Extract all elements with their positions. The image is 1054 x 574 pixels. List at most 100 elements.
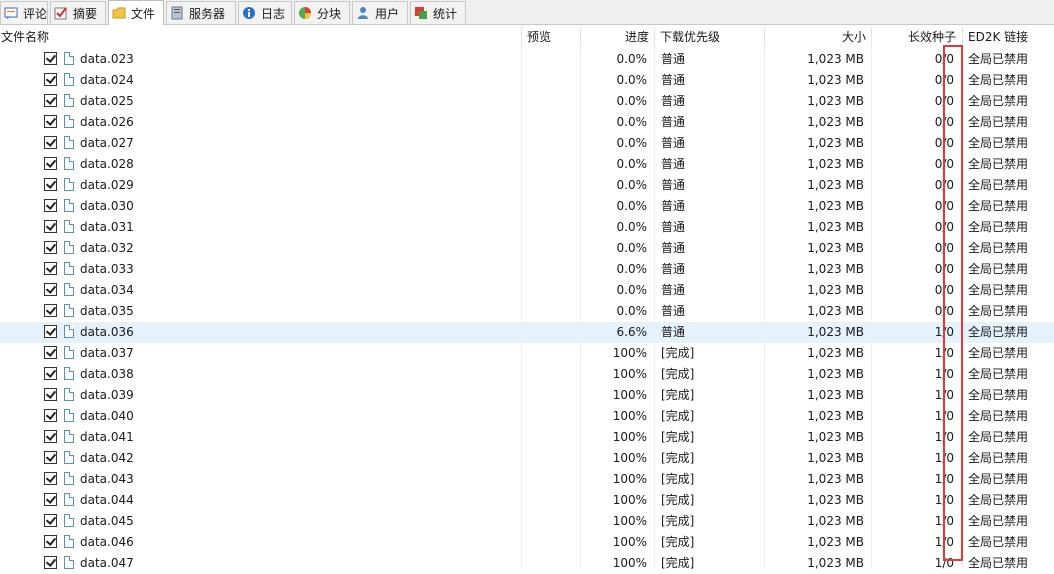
file-checkbox[interactable] bbox=[44, 304, 57, 317]
file-checkbox[interactable] bbox=[44, 472, 57, 485]
ed2k-value: 全局已禁用 bbox=[968, 556, 1029, 570]
priority-value[interactable]: 普通 bbox=[661, 154, 685, 175]
priority-value[interactable]: 普通 bbox=[661, 280, 685, 301]
table-row[interactable]: data.023 0.0% 普通 1,023 MB 0/0 全局已禁用 bbox=[0, 49, 1054, 70]
priority-value[interactable]: 普通 bbox=[661, 217, 685, 238]
table-row[interactable]: data.024 0.0% 普通 1,023 MB 0/0 全局已禁用 bbox=[0, 70, 1054, 91]
table-row[interactable]: data.035 0.0% 普通 1,023 MB 0/0 全局已禁用 bbox=[0, 301, 1054, 322]
priority-value[interactable]: [完成] bbox=[661, 490, 694, 511]
column-header-ed2k[interactable]: ED2K 链接 bbox=[968, 25, 1028, 49]
priority-value[interactable]: [完成] bbox=[661, 385, 694, 406]
priority-value[interactable]: [完成] bbox=[661, 448, 694, 469]
priority-value[interactable]: 普通 bbox=[661, 238, 685, 259]
file-checkbox[interactable] bbox=[44, 94, 57, 107]
priority-value[interactable]: [完成] bbox=[661, 469, 694, 490]
file-checkbox[interactable] bbox=[44, 220, 57, 233]
table-row[interactable]: data.037 100% [完成] 1,023 MB 1/0 全局已禁用 bbox=[0, 343, 1054, 364]
priority-value[interactable]: 普通 bbox=[661, 175, 685, 196]
table-row[interactable]: data.041 100% [完成] 1,023 MB 1/0 全局已禁用 bbox=[0, 427, 1054, 448]
table-row[interactable]: data.044 100% [完成] 1,023 MB 1/0 全局已禁用 bbox=[0, 490, 1054, 511]
tab-comments[interactable]: 评论 bbox=[0, 1, 48, 24]
file-checkbox[interactable] bbox=[44, 409, 57, 422]
file-checkbox[interactable] bbox=[44, 451, 57, 464]
table-row[interactable]: data.042 100% [完成] 1,023 MB 1/0 全局已禁用 bbox=[0, 448, 1054, 469]
file-checkbox[interactable] bbox=[44, 73, 57, 86]
priority-value[interactable]: [完成] bbox=[661, 553, 694, 574]
file-checkbox[interactable] bbox=[44, 325, 57, 338]
priority-value[interactable]: 普通 bbox=[661, 112, 685, 133]
priority-value[interactable]: [完成] bbox=[661, 364, 694, 385]
file-checkbox[interactable] bbox=[44, 199, 57, 212]
column-header-seeds[interactable]: 长效种子 bbox=[873, 25, 956, 49]
file-checkbox[interactable] bbox=[44, 283, 57, 296]
file-checkbox[interactable] bbox=[44, 493, 57, 506]
table-row[interactable]: data.033 0.0% 普通 1,023 MB 0/0 全局已禁用 bbox=[0, 259, 1054, 280]
column-header-priority[interactable]: 下载优先级 bbox=[660, 25, 720, 49]
column-divider[interactable] bbox=[521, 27, 522, 47]
file-checkbox[interactable] bbox=[44, 115, 57, 128]
tab-files[interactable]: 文件 bbox=[108, 0, 164, 25]
file-checkbox[interactable] bbox=[44, 157, 57, 170]
file-checkbox[interactable] bbox=[44, 262, 57, 275]
file-checkbox[interactable] bbox=[44, 388, 57, 401]
tab-chunks[interactable]: 分块 bbox=[294, 1, 350, 24]
table-row[interactable]: data.038 100% [完成] 1,023 MB 1/0 全局已禁用 bbox=[0, 364, 1054, 385]
file-checkbox[interactable] bbox=[44, 556, 57, 569]
column-divider[interactable] bbox=[871, 27, 872, 47]
priority-value[interactable]: 普通 bbox=[661, 133, 685, 154]
table-row[interactable]: data.039 100% [完成] 1,023 MB 1/0 全局已禁用 bbox=[0, 385, 1054, 406]
column-header-size[interactable]: 大小 bbox=[766, 25, 866, 49]
column-header-progress[interactable]: 进度 bbox=[582, 25, 649, 49]
priority-value[interactable]: [完成] bbox=[661, 427, 694, 448]
priority-value[interactable]: [完成] bbox=[661, 343, 694, 364]
table-row[interactable]: data.034 0.0% 普通 1,023 MB 0/0 全局已禁用 bbox=[0, 280, 1054, 301]
size-value: 1,023 MB bbox=[807, 430, 864, 444]
file-checkbox[interactable] bbox=[44, 514, 57, 527]
table-row[interactable]: data.030 0.0% 普通 1,023 MB 0/0 全局已禁用 bbox=[0, 196, 1054, 217]
file-checkbox[interactable] bbox=[44, 346, 57, 359]
table-row[interactable]: data.029 0.0% 普通 1,023 MB 0/0 全局已禁用 bbox=[0, 175, 1054, 196]
table-row[interactable]: data.043 100% [完成] 1,023 MB 1/0 全局已禁用 bbox=[0, 469, 1054, 490]
table-row[interactable]: data.026 0.0% 普通 1,023 MB 0/0 全局已禁用 bbox=[0, 112, 1054, 133]
table-row[interactable]: data.032 0.0% 普通 1,023 MB 0/0 全局已禁用 bbox=[0, 238, 1054, 259]
tab-users[interactable]: 用户 bbox=[352, 1, 408, 24]
column-header-name[interactable]: 文件名称 bbox=[1, 25, 49, 49]
priority-value[interactable]: 普通 bbox=[661, 49, 685, 70]
table-row[interactable]: data.046 100% [完成] 1,023 MB 1/0 全局已禁用 bbox=[0, 532, 1054, 553]
priority-value[interactable]: 普通 bbox=[661, 91, 685, 112]
column-divider[interactable] bbox=[580, 27, 581, 47]
file-name: data.029 bbox=[80, 178, 134, 192]
file-checkbox[interactable] bbox=[44, 136, 57, 149]
table-row[interactable]: data.028 0.0% 普通 1,023 MB 0/0 全局已禁用 bbox=[0, 154, 1054, 175]
file-checkbox[interactable] bbox=[44, 52, 57, 65]
file-checkbox[interactable] bbox=[44, 178, 57, 191]
table-row[interactable]: data.027 0.0% 普通 1,023 MB 0/0 全局已禁用 bbox=[0, 133, 1054, 154]
table-row[interactable]: data.040 100% [完成] 1,023 MB 1/0 全局已禁用 bbox=[0, 406, 1054, 427]
column-divider[interactable] bbox=[764, 27, 765, 47]
file-checkbox[interactable] bbox=[44, 241, 57, 254]
table-row[interactable]: data.045 100% [完成] 1,023 MB 1/0 全局已禁用 bbox=[0, 511, 1054, 532]
priority-value[interactable]: 普通 bbox=[661, 301, 685, 322]
priority-value[interactable]: [完成] bbox=[661, 406, 694, 427]
priority-value[interactable]: 普通 bbox=[661, 196, 685, 217]
tab-summary[interactable]: 摘要 bbox=[50, 1, 106, 24]
table-row[interactable]: data.036 6.6% 普通 1,023 MB 1/0 全局已禁用 bbox=[0, 322, 1054, 343]
priority-value[interactable]: 普通 bbox=[661, 70, 685, 91]
table-row[interactable]: data.047 100% [完成] 1,023 MB 1/0 全局已禁用 bbox=[0, 553, 1054, 574]
tab-stats[interactable]: 统计 bbox=[410, 1, 466, 24]
priority-value[interactable]: [完成] bbox=[661, 532, 694, 553]
tab-servers[interactable]: 服务器 bbox=[166, 1, 236, 24]
priority-value[interactable]: 普通 bbox=[661, 322, 685, 343]
column-header-preview[interactable]: 预览 bbox=[527, 25, 551, 49]
table-row[interactable]: data.031 0.0% 普通 1,023 MB 0/0 全局已禁用 bbox=[0, 217, 1054, 238]
priority-value[interactable]: [完成] bbox=[661, 511, 694, 532]
column-divider[interactable] bbox=[654, 27, 655, 47]
file-checkbox[interactable] bbox=[44, 430, 57, 443]
table-row[interactable]: data.025 0.0% 普通 1,023 MB 0/0 全局已禁用 bbox=[0, 91, 1054, 112]
file-checkbox[interactable] bbox=[44, 367, 57, 380]
priority-value[interactable]: 普通 bbox=[661, 259, 685, 280]
file-checkbox[interactable] bbox=[44, 535, 57, 548]
tab-log[interactable]: 日志 bbox=[238, 1, 292, 24]
column-divider[interactable] bbox=[962, 27, 963, 47]
ed2k-value: 全局已禁用 bbox=[968, 388, 1029, 402]
